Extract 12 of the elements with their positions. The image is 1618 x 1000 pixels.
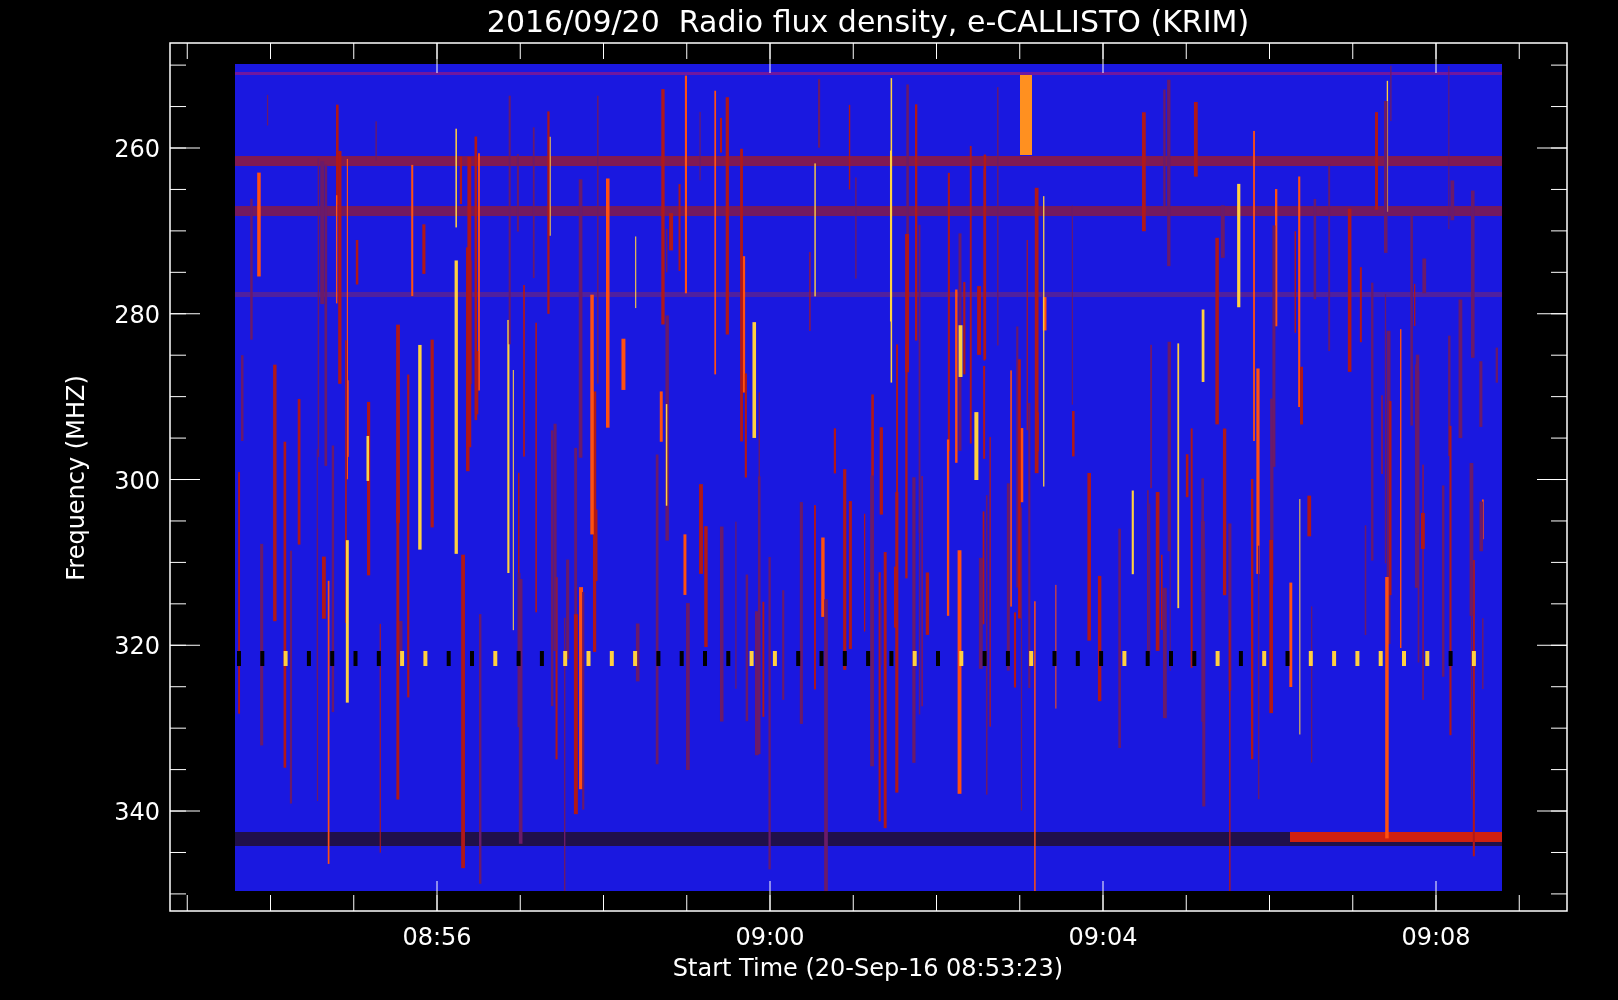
y-tick-label: 300 (114, 466, 160, 495)
x-axis-label: Start Time (20-Sep-16 08:53:23) (672, 954, 1064, 982)
chart-title: 2016/09/20 Radio flux density, e-CALLISTO (KRIM) (486, 4, 1250, 39)
x-tick-label: 09:04 (1068, 923, 1138, 951)
y-tick-label: 340 (114, 798, 160, 826)
x-tick-label: 09:00 (735, 923, 805, 951)
y-tick-label: 320 (114, 632, 160, 661)
x-tick-label: 08:56 (402, 923, 472, 951)
y-tick-label: 260 (114, 135, 160, 163)
y-axis-label: Frequency (MHZ) (62, 375, 90, 581)
x-tick-label: 09:08 (1401, 923, 1471, 951)
y-tick-label: 280 (114, 300, 160, 329)
